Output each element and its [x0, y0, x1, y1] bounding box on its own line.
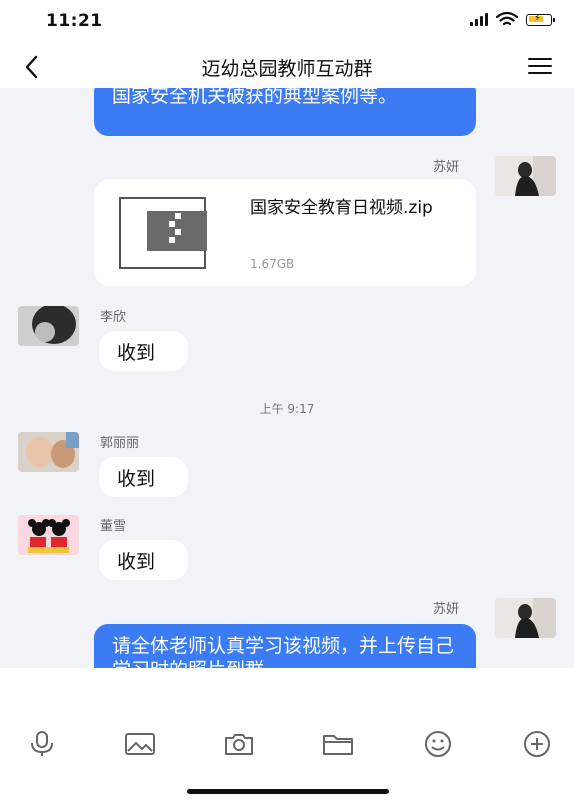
message-bubble[interactable]: 收到 [99, 331, 188, 371]
message-bubble[interactable]: 收到 [99, 540, 188, 580]
file-message[interactable]: 国家安全教育日视频.zip 1.67GB [94, 179, 476, 286]
nav-bar: 迈幼总园教师互动群 [0, 44, 574, 88]
message-text: 国家安全机关破获的典型案例等。 [112, 88, 398, 107]
emoji-icon[interactable] [422, 730, 454, 758]
zip-file-icon [119, 197, 207, 269]
sender-name: 苏妍 [433, 602, 460, 617]
sender-name: 郭丽丽 [100, 436, 140, 451]
file-size: 1.67GB [250, 257, 295, 271]
camera-icon[interactable] [223, 730, 255, 758]
avatar[interactable] [495, 598, 556, 638]
avatar[interactable] [18, 306, 79, 346]
time-divider: 上午 9:17 [259, 402, 315, 416]
message-text: 请全体老师认真学习该视频，并上传自己学习时的照片到群 [112, 635, 455, 668]
voice-icon[interactable] [26, 730, 58, 758]
message-text: 收到 [117, 467, 156, 490]
status-icons: ⚡ [470, 12, 555, 27]
plus-icon[interactable] [521, 730, 553, 758]
signal-icon [470, 13, 488, 26]
status-bar: 11:21 ⚡ [0, 0, 574, 44]
input-toolbar [0, 668, 574, 801]
sender-name: 董雪 [100, 519, 127, 534]
sender-name: 李欣 [100, 310, 127, 325]
message-text: 收到 [117, 550, 156, 573]
menu-button[interactable] [528, 58, 552, 74]
wifi-icon [496, 12, 518, 26]
chat-title: 迈幼总园教师互动群 [201, 58, 373, 80]
avatar[interactable] [18, 515, 79, 555]
battery-icon: ⚡ [526, 13, 555, 26]
status-time: 11:21 [46, 11, 103, 31]
message-bubble-self[interactable]: 请全体老师认真学习该视频，并上传自己学习时的照片到群 [94, 624, 476, 668]
file-name: 国家安全教育日视频.zip [250, 198, 433, 218]
home-indicator [187, 789, 389, 794]
chat-area[interactable]: 国家安全机关破获的典型案例等。 苏妍 国家安全教育日视频.zip 1.67GB … [0, 88, 574, 668]
message-bubble[interactable]: 收到 [99, 457, 188, 497]
sender-name: 苏妍 [433, 160, 460, 175]
avatar[interactable] [495, 156, 556, 196]
image-icon[interactable] [124, 730, 156, 758]
folder-icon[interactable] [322, 730, 354, 758]
avatar[interactable] [18, 432, 79, 472]
message-bubble-self[interactable]: 国家安全机关破获的典型案例等。 [94, 88, 476, 136]
message-text: 收到 [117, 341, 156, 364]
